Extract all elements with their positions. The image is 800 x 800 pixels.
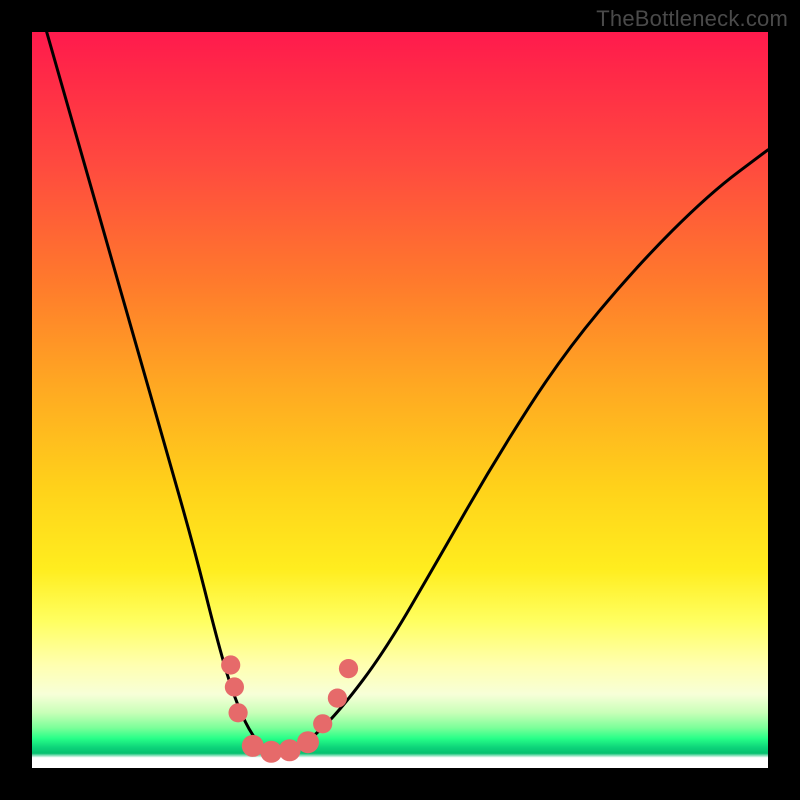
bottleneck-curve (47, 32, 768, 753)
watermark-text: TheBottleneck.com (596, 6, 788, 32)
dot-left-upper (221, 655, 240, 674)
chart-plot-area (32, 32, 768, 768)
dot-right-lower (313, 714, 332, 733)
curve-markers (221, 655, 358, 762)
dot-left-mid (225, 677, 244, 696)
chart-svg (32, 32, 768, 768)
dot-left-lower (229, 703, 248, 722)
dot-bottom-4 (297, 731, 319, 753)
dot-right-upper (339, 659, 358, 678)
chart-frame: TheBottleneck.com (0, 0, 800, 800)
dot-right-mid (328, 689, 347, 708)
